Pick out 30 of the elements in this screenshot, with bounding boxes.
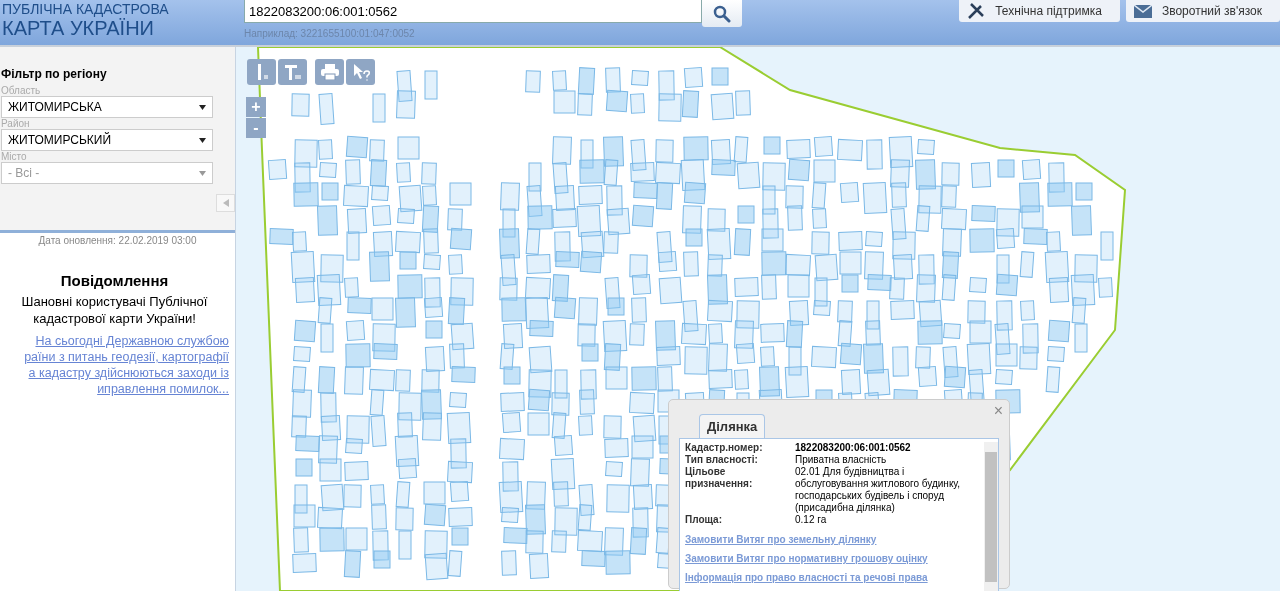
logo-title: ПУБЛІЧНА КАДАСТРОВА	[2, 2, 170, 17]
field-label: Район	[1, 118, 31, 129]
close-button[interactable]: ×	[993, 402, 1003, 420]
popup-link[interactable]: Замовити Витяг про земельну ділянку	[685, 534, 980, 546]
popup-tab[interactable]: Ділянка	[699, 414, 766, 438]
logo-title: КАРТА УКРАЇНИ	[2, 17, 155, 39]
popup-link[interactable]: Інформація про право власності та речові права	[685, 572, 980, 584]
update-date: Дата оновлення: 22.02.2019 03:00	[37, 235, 198, 246]
field-label: Область	[1, 85, 42, 96]
filter-title: Фільтр по регіону	[1, 67, 108, 81]
field-label: Площа:	[685, 514, 723, 526]
zoom-out-button[interactable]: -	[246, 118, 266, 138]
region-dropdown[interactable]: ЖИТОМИРСЬКИЙ	[1, 129, 213, 151]
region-dropdown[interactable]: ЖИТОМИРСЬКА	[1, 96, 213, 118]
field-label: Тип власності:	[685, 454, 759, 466]
field-label: Місто	[1, 151, 28, 162]
zoom-in-button[interactable]: +	[246, 97, 266, 117]
field-value: Приватна власність	[795, 454, 887, 466]
field-value: 0.12 га	[795, 514, 827, 526]
field-value: 02.01 Для будівництва і обслуговування житлового будинку, господарських будівель і споруд (присадибна ділянка)	[795, 466, 962, 514]
field-value: 1822083200:06:001:0562	[795, 442, 911, 454]
field-label: Кадастр.номер:	[685, 442, 764, 454]
notice-text: Шановні користувачі Публічної кадастрової карти України!	[20, 293, 209, 327]
field-label: Цільове призначення:	[685, 466, 754, 491]
search-field[interactable]: 1822083200:06:001:0562	[244, 0, 702, 23]
notice-link[interactable]: На сьогодні Державною службою раїни з питань геодезії, картографії а кадастру здійснюються заходи із иправлення помилок...	[0, 333, 229, 397]
popup-link[interactable]: Замовити Витяг про нормативну грошову оцінку	[685, 553, 980, 565]
support-button[interactable]: Технічна підтримка	[959, 0, 1120, 22]
feedback-button[interactable]: Зворотний зв'язок	[1125, 0, 1280, 22]
notice-title: Повідомлення	[60, 272, 169, 289]
